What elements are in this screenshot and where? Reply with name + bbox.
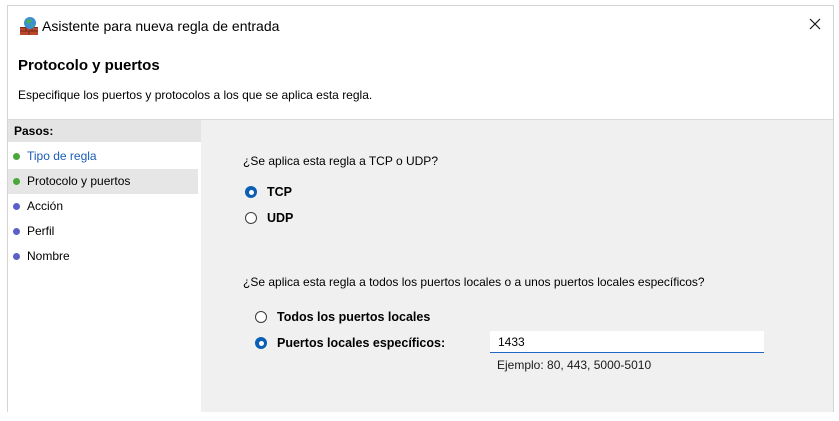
step-label: Perfil [27, 224, 55, 238]
step-current-icon [13, 178, 20, 185]
step-label: Nombre [27, 249, 70, 263]
firewall-icon [18, 15, 40, 37]
title-bar: Asistente para nueva regla de entrada [8, 6, 833, 46]
all-ports-label[interactable]: Todos los puertos locales [277, 310, 430, 324]
step-pending-icon [13, 203, 20, 210]
steps-heading: Pasos: [8, 120, 201, 142]
step-label: Acción [27, 199, 64, 213]
udp-radio[interactable] [245, 212, 257, 224]
specific-ports-option[interactable]: Puertos locales específicos: [255, 336, 445, 350]
wizard-window: Asistente para nueva regla de entrada Pr… [7, 5, 834, 412]
tcp-option[interactable]: TCP [245, 185, 292, 199]
udp-option[interactable]: UDP [245, 211, 293, 225]
ports-example-hint: Ejemplo: 80, 443, 5000-5010 [497, 358, 652, 372]
close-icon[interactable] [809, 17, 821, 35]
step-perfil: Perfil [8, 219, 198, 244]
step-nombre: Nombre [8, 244, 198, 269]
all-ports-option[interactable]: Todos los puertos locales [255, 310, 430, 324]
window-title: Asistente para nueva regla de entrada [42, 18, 280, 34]
all-ports-radio[interactable] [255, 311, 267, 323]
step-pending-icon [13, 228, 20, 235]
udp-label[interactable]: UDP [267, 211, 293, 225]
wizard-header: Protocolo y puertos Especifique los puer… [8, 46, 833, 120]
step-label: Protocolo y puertos [27, 174, 131, 188]
step-protocolo-y-puertos[interactable]: Protocolo y puertos [8, 169, 198, 194]
tcp-label[interactable]: TCP [267, 185, 292, 199]
wizard-content: ¿Se aplica esta regla a TCP o UDP? TCP U… [201, 120, 833, 412]
local-ports-input[interactable] [490, 331, 764, 353]
ports-question: ¿Se aplica esta regla a todos los puerto… [243, 275, 705, 289]
tcp-radio[interactable] [245, 186, 257, 198]
specific-ports-radio[interactable] [255, 337, 267, 349]
step-label[interactable]: Tipo de regla [27, 144, 97, 169]
step-pending-icon [13, 253, 20, 260]
steps-sidebar: Pasos: Tipo de regla Protocolo y puertos… [8, 120, 201, 412]
page-description: Especifique los puertos y protocolos a l… [18, 88, 373, 102]
specific-ports-label[interactable]: Puertos locales específicos: [277, 336, 445, 350]
step-done-icon [13, 153, 20, 160]
page-title: Protocolo y puertos [18, 57, 160, 74]
close-button[interactable] [797, 6, 833, 46]
protocol-question: ¿Se aplica esta regla a TCP o UDP? [243, 154, 438, 168]
step-tipo-de-regla[interactable]: Tipo de regla [8, 144, 198, 169]
step-accion: Acción [8, 194, 198, 219]
